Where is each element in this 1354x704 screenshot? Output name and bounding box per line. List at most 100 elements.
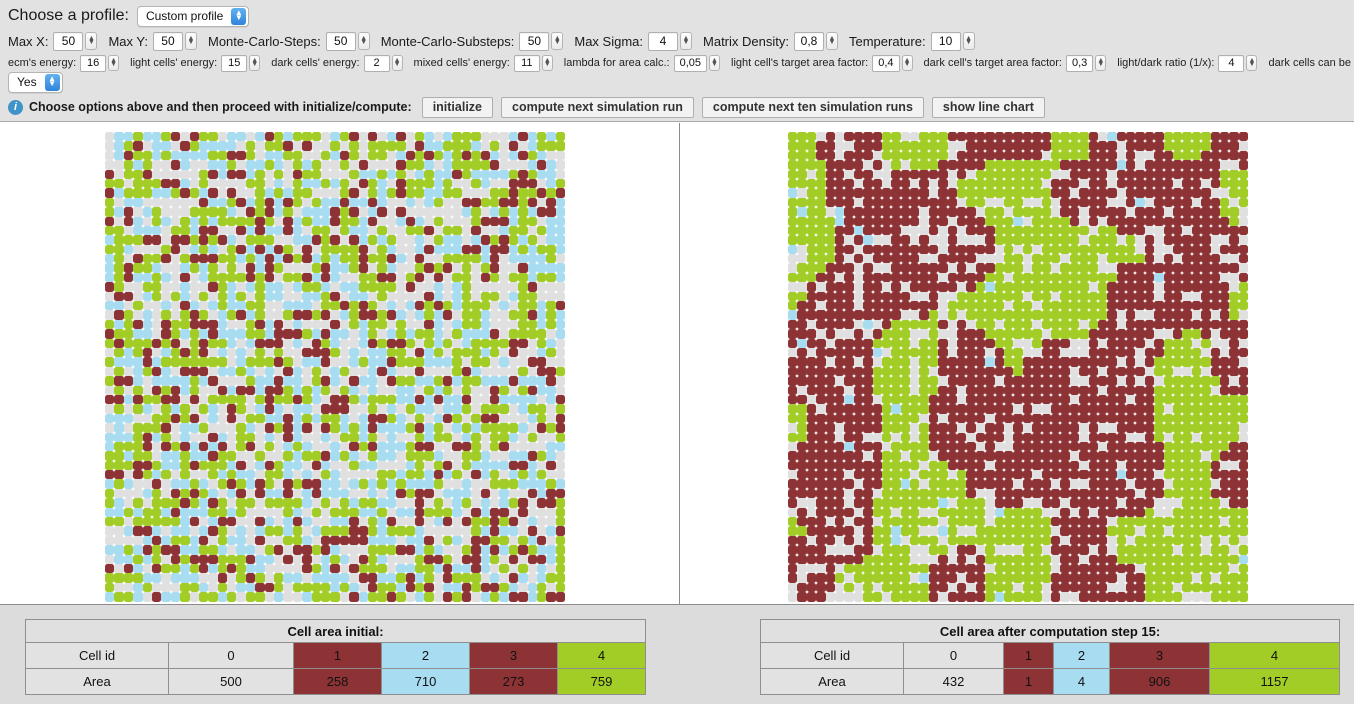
grid-cell [302,517,312,527]
grid-cell [349,451,359,461]
grid-cell [330,376,340,386]
grid-cell [919,244,929,255]
param-input-monte-carlo-substeps[interactable]: 50 ▲ ▼ [519,31,564,51]
param-input-temperature[interactable]: 10 ▲ ▼ [930,31,975,51]
grid-cell [1107,225,1117,236]
stepper-icon[interactable]: ▲ ▼ [901,55,913,71]
grid-cell [311,216,321,226]
stepper-icon[interactable]: ▲ ▼ [1246,55,1258,71]
grid-cell [1088,263,1098,273]
stepper-icon[interactable]: ▲ ▼ [357,32,370,50]
button-initialize[interactable]: initialize [421,96,494,118]
stepper-icon[interactable]: ▲ ▼ [825,32,838,50]
param-input-light-cells-energy[interactable]: 15 ▲ ▼ [221,54,261,72]
grid-cell [471,225,481,236]
param-input-max-y[interactable]: 50 ▲ ▼ [152,31,197,51]
param-input-mixed-cells-energy[interactable]: 11 ▲ ▼ [513,54,553,72]
initial-cell-grid[interactable] [105,132,566,602]
grid-cell [302,460,312,471]
grid-cell [245,329,256,339]
param-value-lambda-for-area-calc[interactable]: 0,05 [673,54,707,72]
grid-cell [330,141,340,151]
computed-cell-grid[interactable] [788,132,1249,602]
param-value-monte-carlo-steps[interactable]: 50 [325,31,356,51]
param-value-dark-cell-s-target-area-factor[interactable]: 0,3 [1065,54,1094,72]
grid-cell [1032,141,1042,151]
grid-cell [518,291,528,302]
grid-cell [1097,413,1108,424]
stepper-icon[interactable]: ▲ ▼ [680,32,693,50]
param-value-temperature[interactable]: 10 [930,31,961,51]
grid-cell [405,573,415,583]
grid-cell [1116,169,1127,179]
grid-cell [433,545,444,555]
grid-cell [555,498,566,508]
param-input-max-x[interactable]: 50 ▲ ▼ [53,31,98,51]
stepper-icon[interactable]: ▲ ▼ [551,32,564,50]
grid-cell [1003,347,1014,358]
stepper-icon[interactable]: ▲ ▼ [249,55,261,71]
grid-cell [358,545,368,555]
button-show-line-chart[interactable]: show line chart [931,96,1045,118]
stepper-icon[interactable]: ▲ ▼ [184,32,197,50]
param-input-ecm-s-energy[interactable]: 16 ▲ ▼ [80,54,120,72]
grid-cell [1173,160,1183,170]
grid-cell [536,535,547,546]
grid-cell [881,507,892,518]
grid-cell [1003,235,1014,245]
param-value-max-sigma[interactable]: 4 [648,31,679,51]
profile-select[interactable]: Custom profile ▲ ▼ [136,5,250,27]
param-input-monte-carlo-steps[interactable]: 50 ▲ ▼ [325,31,370,51]
param-input-max-sigma[interactable]: 4 ▲ ▼ [648,31,693,51]
grid-cell [490,385,500,395]
param-value-matrix-density[interactable]: 0,8 [793,31,824,51]
grid-cell [461,376,472,386]
param-input-dark-cell-s-target-area-factor[interactable]: 0,3 ▲ ▼ [1065,54,1107,72]
grid-cell [133,160,143,170]
param-value-mixed-cells-energy[interactable]: 11 [513,54,540,72]
param-input-light-cell-s-target-area-factor[interactable]: 0,4 ▲ ▼ [872,54,913,72]
param-value-monte-carlo-substeps[interactable]: 50 [519,31,550,51]
grid-cell [1003,366,1014,377]
grid-cell [1126,479,1136,489]
stepper-icon[interactable]: ▲ ▼ [541,55,553,71]
param-value-light-cell-s-target-area-factor[interactable]: 0,4 [872,54,900,72]
stepper-icon[interactable]: ▲ ▼ [85,32,98,50]
grid-cell [1032,310,1042,320]
param-input-dark-cells-energy[interactable]: 2 ▲ ▼ [363,54,403,72]
grid-cell [1022,207,1033,217]
grid-cell [1013,413,1023,424]
param-input-lambda-for-area-calc[interactable]: 0,05 ▲ ▼ [673,54,720,72]
grid-cell [255,188,265,198]
stepper-icon[interactable]: ▲ ▼ [709,55,720,71]
param-value-max-x[interactable]: 50 [53,31,84,51]
stepper-icon[interactable]: ▲ ▼ [391,55,403,71]
button-compute-next-simulation-run[interactable]: compute next simulation run [501,96,694,118]
param-value-light-dark-ratio-1-x[interactable]: 4 [1218,54,1245,72]
grid-cell [424,366,434,377]
stepper-icon[interactable]: ▲ ▼ [1095,55,1107,71]
grid-cell [452,160,462,170]
grid-cell [1210,479,1220,489]
param-value-light-cells-energy[interactable]: 15 [221,54,248,72]
grid-cell [349,592,359,602]
stepper-icon[interactable]: ▲ ▼ [962,32,975,50]
grid-cell [133,263,143,273]
dark-cells-eradicated-select[interactable]: Yes ▲ ▼ [8,71,63,93]
grid-cell [198,554,209,564]
param-value-ecm-s-energy[interactable]: 16 [80,54,107,72]
grid-cell [480,310,491,320]
param-value-max-y[interactable]: 50 [152,31,183,51]
grid-cell [198,272,209,283]
grid-cell [1107,423,1117,433]
grid-cell [443,244,453,255]
param-input-light-dark-ratio-1-x[interactable]: 4 ▲ ▼ [1218,54,1258,72]
grid-cell [1135,150,1145,161]
grid-cell [311,545,321,555]
param-input-matrix-density[interactable]: 0,8 ▲ ▼ [793,31,838,51]
stepper-icon[interactable]: ▲ ▼ [108,55,120,71]
grid-cell [1144,554,1155,564]
grid-cell [461,225,472,236]
param-value-dark-cells-energy[interactable]: 2 [363,54,390,72]
button-compute-next-ten-simulation-runs[interactable]: compute next ten simulation runs [701,96,924,118]
